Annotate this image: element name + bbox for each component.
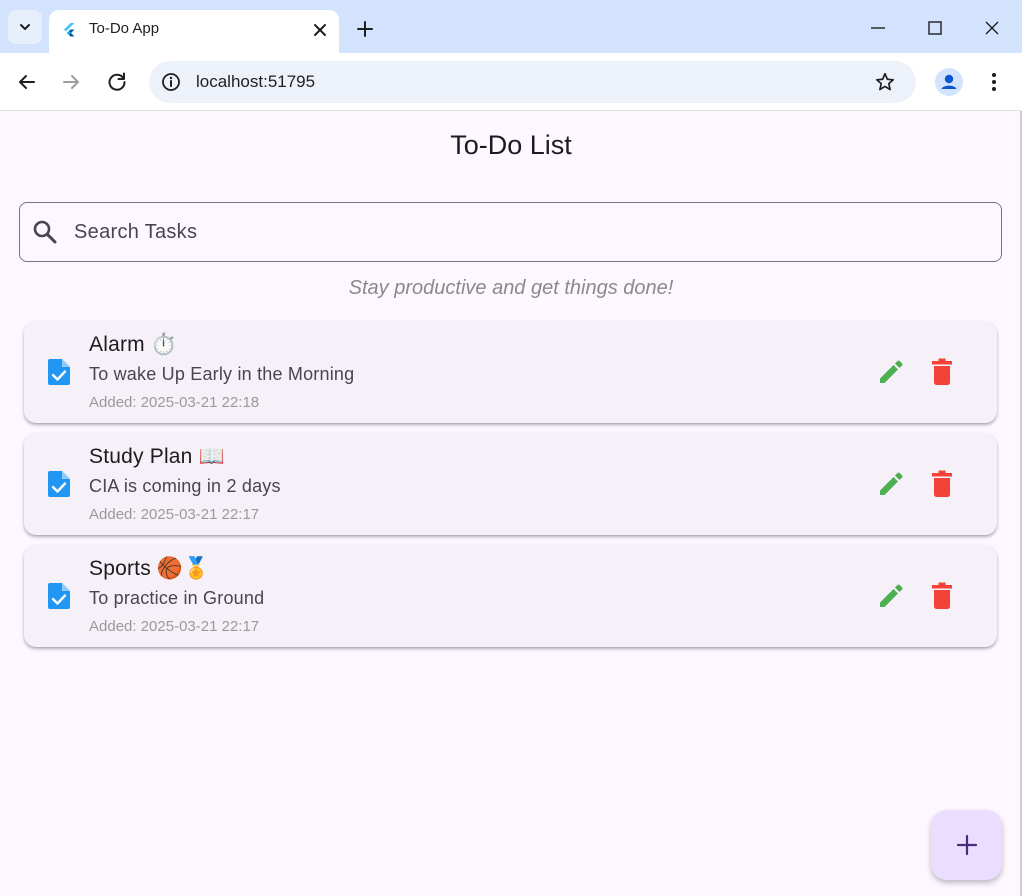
search-field[interactable]: [19, 202, 1002, 262]
tab-title: To-Do App: [89, 20, 160, 37]
browser-tabstrip: To-Do App: [0, 0, 1022, 53]
task-card[interactable]: Study Plan 📖 CIA is coming in 2 days Add…: [24, 433, 997, 535]
page-title: To-Do List: [450, 130, 572, 160]
arrow-forward-icon[interactable]: [59, 70, 83, 94]
pencil-icon[interactable]: [876, 357, 906, 387]
browser-toolbar: localhost:51795: [0, 53, 1022, 111]
url-text[interactable]: localhost:51795: [196, 72, 315, 92]
account-icon[interactable]: [935, 68, 963, 96]
task-added-date: Added: 2025-03-21 22:17: [89, 618, 260, 635]
reload-icon[interactable]: [105, 70, 129, 94]
flutter-icon: [64, 23, 75, 37]
task-title: Sports 🏀🏅: [89, 557, 210, 580]
close-icon[interactable]: [311, 21, 329, 39]
task-document-icon: [48, 583, 70, 609]
task-document-icon: [48, 471, 70, 497]
pencil-icon[interactable]: [876, 469, 906, 499]
kebab-menu-icon[interactable]: [983, 70, 1005, 94]
task-title: Study Plan 📖: [89, 445, 225, 468]
trash-icon[interactable]: [928, 470, 956, 498]
address-bar[interactable]: localhost:51795: [149, 61, 916, 103]
search-input[interactable]: [74, 217, 974, 247]
task-description: To wake Up Early in the Morning: [89, 364, 355, 384]
maximize-icon[interactable]: [923, 16, 947, 40]
pencil-icon[interactable]: [876, 581, 906, 611]
add-task-button[interactable]: [931, 810, 1002, 880]
task-added-date: Added: 2025-03-21 22:17: [89, 506, 260, 523]
window-close-icon[interactable]: [980, 16, 1004, 40]
task-title: Alarm ⏱️: [89, 333, 178, 356]
chevron-down-icon: [20, 24, 30, 30]
info-icon[interactable]: [161, 72, 181, 92]
task-added-date: Added: 2025-03-21 22:18: [89, 394, 260, 411]
task-card[interactable]: Alarm ⏱️ To wake Up Early in the Morning…: [24, 321, 997, 423]
task-card[interactable]: Sports 🏀🏅 To practice in Ground Added: 2…: [24, 545, 997, 647]
search-icon: [33, 220, 57, 244]
task-description: To practice in Ground: [89, 588, 265, 608]
browser-tab[interactable]: To-Do App: [49, 10, 339, 53]
new-tab-button[interactable]: [354, 18, 376, 40]
star-icon[interactable]: [874, 71, 896, 93]
task-description: CIA is coming in 2 days: [89, 476, 281, 496]
trash-icon[interactable]: [928, 358, 956, 386]
trash-icon[interactable]: [928, 582, 956, 610]
minimize-icon[interactable]: [866, 16, 890, 40]
arrow-back-icon[interactable]: [15, 70, 39, 94]
task-document-icon: [48, 359, 70, 385]
tagline: Stay productive and get things done!: [348, 277, 674, 299]
plus-icon: [956, 834, 977, 856]
tab-search-button[interactable]: [8, 10, 42, 44]
